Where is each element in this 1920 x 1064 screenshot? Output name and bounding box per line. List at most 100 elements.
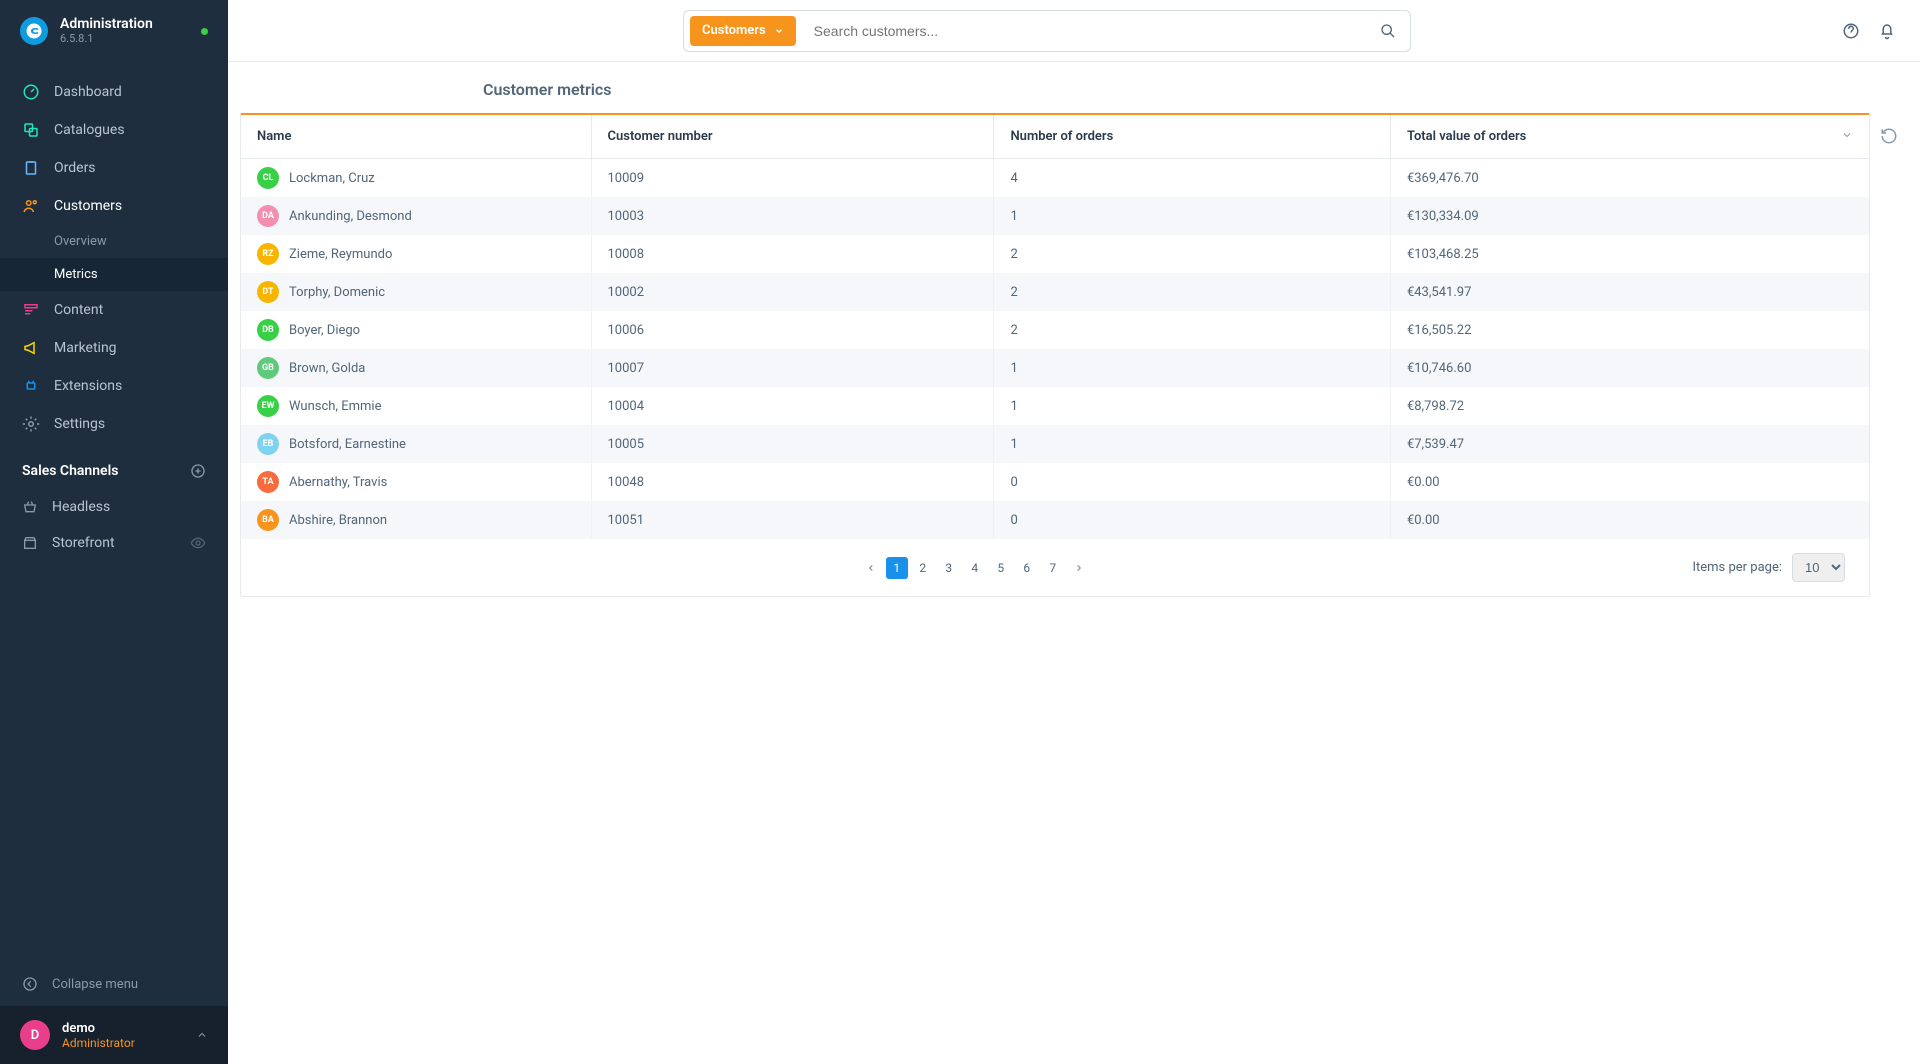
nav-customers-metrics[interactable]: Metrics bbox=[0, 258, 228, 291]
table-row[interactable]: EWWunsch, Emmie 10004 1 €8,798.72 bbox=[241, 387, 1869, 425]
help-button[interactable] bbox=[1842, 22, 1860, 40]
nav-label: Catalogues bbox=[54, 122, 125, 138]
channel-label: Storefront bbox=[52, 535, 115, 551]
nav-content[interactable]: Content bbox=[0, 291, 228, 329]
table-row[interactable]: DTTorphy, Domenic 10002 2 €43,541.97 bbox=[241, 273, 1869, 311]
table-row[interactable]: BAAbshire, Brannon 10051 0 €0.00 bbox=[241, 501, 1869, 539]
nav-label: Content bbox=[54, 302, 103, 318]
page-button[interactable]: 1 bbox=[886, 557, 908, 579]
clipboard-icon bbox=[22, 159, 40, 177]
nav-label: Customers bbox=[54, 198, 122, 214]
search-input[interactable] bbox=[802, 13, 1366, 49]
user-panel[interactable]: D demo Administrator bbox=[0, 1006, 228, 1064]
nav-catalogues[interactable]: Catalogues bbox=[0, 111, 228, 149]
chevron-down-icon bbox=[1841, 129, 1853, 141]
customer-number: 10003 bbox=[591, 197, 994, 235]
customer-name: Abshire, Brannon bbox=[289, 513, 387, 528]
nav-extensions[interactable]: Extensions bbox=[0, 367, 228, 405]
customer-initials: BA bbox=[257, 509, 279, 531]
page-button[interactable]: 6 bbox=[1016, 557, 1038, 579]
col-name[interactable]: Name bbox=[241, 115, 591, 159]
storefront-icon bbox=[22, 535, 38, 551]
order-total: €7,539.47 bbox=[1390, 425, 1869, 463]
page-button[interactable]: 4 bbox=[964, 557, 986, 579]
order-count: 4 bbox=[994, 159, 1390, 198]
nav-customers[interactable]: Customers bbox=[0, 187, 228, 225]
customer-table: Name Customer number Number of orders To… bbox=[240, 113, 1870, 597]
customer-initials: DA bbox=[257, 205, 279, 227]
app-title: Administration bbox=[60, 16, 153, 32]
nav-orders[interactable]: Orders bbox=[0, 149, 228, 187]
customer-name: Abernathy, Travis bbox=[289, 475, 387, 490]
table-row[interactable]: RZZieme, Reymundo 10008 2 €103,468.25 bbox=[241, 235, 1869, 273]
logo-icon bbox=[25, 22, 43, 40]
status-dot-icon bbox=[201, 28, 208, 35]
channel-headless[interactable]: Headless bbox=[0, 489, 228, 525]
order-total: €0.00 bbox=[1390, 463, 1869, 501]
refresh-button[interactable] bbox=[1880, 127, 1898, 597]
page-button[interactable]: 2 bbox=[912, 557, 934, 579]
customer-initials: RZ bbox=[257, 243, 279, 265]
search-bar: Customers bbox=[683, 10, 1411, 52]
main-content: Customers Customer metrics Name Custome bbox=[228, 0, 1920, 1064]
customer-initials: DB bbox=[257, 319, 279, 341]
col-number[interactable]: Customer number bbox=[591, 115, 994, 159]
eye-icon[interactable] bbox=[190, 535, 206, 551]
channel-label: Headless bbox=[52, 499, 110, 515]
col-orders[interactable]: Number of orders bbox=[994, 115, 1390, 159]
nav-marketing[interactable]: Marketing bbox=[0, 329, 228, 367]
nav-dashboard[interactable]: Dashboard bbox=[0, 73, 228, 111]
nav-settings[interactable]: Settings bbox=[0, 405, 228, 443]
per-page-select[interactable]: 10 bbox=[1792, 553, 1845, 582]
customer-initials: DT bbox=[257, 281, 279, 303]
collapse-menu-button[interactable]: Collapse menu bbox=[0, 962, 228, 1006]
page-button[interactable]: 5 bbox=[990, 557, 1012, 579]
customer-initials: EB bbox=[257, 433, 279, 455]
order-count: 1 bbox=[994, 425, 1390, 463]
topbar: Customers bbox=[228, 0, 1920, 62]
add-channel-button[interactable] bbox=[190, 463, 206, 479]
chevron-down-icon bbox=[774, 26, 784, 36]
customer-number: 10048 bbox=[591, 463, 994, 501]
customer-number: 10005 bbox=[591, 425, 994, 463]
channel-storefront[interactable]: Storefront bbox=[0, 525, 228, 561]
plug-icon bbox=[22, 377, 40, 395]
users-icon bbox=[22, 197, 40, 215]
search-icon[interactable] bbox=[1366, 23, 1410, 39]
nav-label: Orders bbox=[54, 160, 96, 176]
order-count: 0 bbox=[994, 463, 1390, 501]
customer-name: Ankunding, Desmond bbox=[289, 209, 412, 224]
table-row[interactable]: DBBoyer, Diego 10006 2 €16,505.22 bbox=[241, 311, 1869, 349]
order-count: 0 bbox=[994, 501, 1390, 539]
table-row[interactable]: EB Botsford, Earnestine 10005 1 €7,539.47 bbox=[241, 425, 1869, 463]
layout-icon bbox=[22, 301, 40, 319]
customer-name: Boyer, Diego bbox=[289, 323, 360, 338]
user-role: Administrator bbox=[62, 1036, 135, 1050]
customer-name: Botsford, Earnestine bbox=[289, 437, 406, 452]
nav-customers-overview[interactable]: Overview bbox=[0, 225, 228, 258]
page-next-button[interactable] bbox=[1068, 557, 1090, 579]
table-row[interactable]: GBBrown, Golda 10007 1 €10,746.60 bbox=[241, 349, 1869, 387]
nav-label: Extensions bbox=[54, 378, 122, 394]
page-button[interactable]: 3 bbox=[938, 557, 960, 579]
col-total[interactable]: Total value of orders bbox=[1390, 115, 1869, 159]
order-count: 1 bbox=[994, 197, 1390, 235]
page-prev-button[interactable] bbox=[860, 557, 882, 579]
chevron-up-icon bbox=[196, 1029, 208, 1041]
table-row[interactable]: TAAbernathy, Travis 10048 0 €0.00 bbox=[241, 463, 1869, 501]
sidebar-header: Administration 6.5.8.1 bbox=[0, 0, 228, 57]
customer-initials: EW bbox=[257, 395, 279, 417]
notifications-button[interactable] bbox=[1878, 22, 1896, 40]
table-row[interactable]: DAAnkunding, Desmond 10003 1 €130,334.09 bbox=[241, 197, 1869, 235]
gear-icon bbox=[22, 415, 40, 433]
app-logo[interactable] bbox=[20, 17, 48, 45]
table-row[interactable]: CLLockman, Cruz 10009 4 €369,476.70 bbox=[241, 159, 1869, 198]
search-filter-tag[interactable]: Customers bbox=[690, 16, 796, 46]
customer-name: Brown, Golda bbox=[289, 361, 365, 376]
user-name: demo bbox=[62, 1021, 135, 1036]
customer-number: 10004 bbox=[591, 387, 994, 425]
sales-channels-header: Sales Channels bbox=[0, 443, 228, 489]
page-button[interactable]: 7 bbox=[1042, 557, 1064, 579]
order-count: 2 bbox=[994, 235, 1390, 273]
pagination: 1234567 Items per page: 10 bbox=[241, 539, 1869, 596]
